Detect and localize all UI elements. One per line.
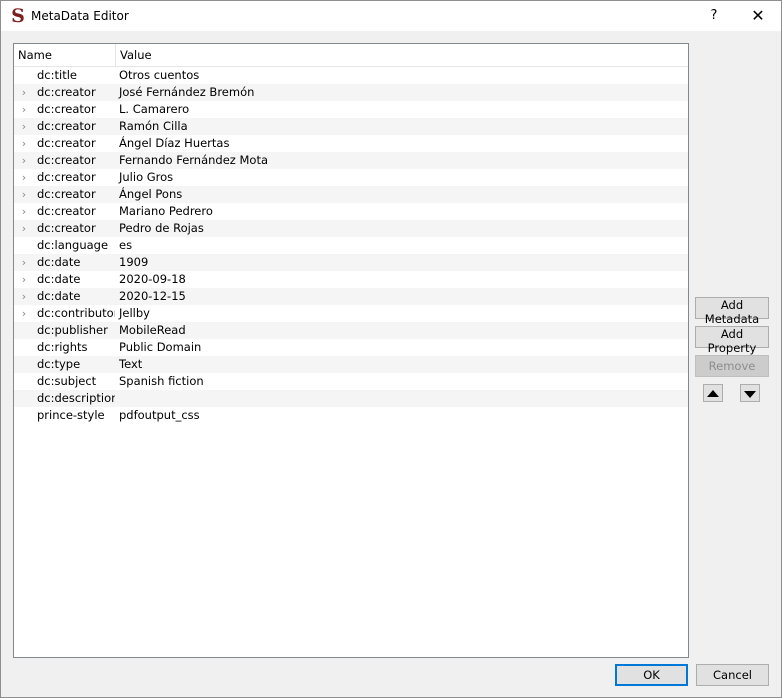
tree-row[interactable]: dc:title Otros cuentos <box>14 67 688 84</box>
tree-header: Name Value <box>14 44 688 67</box>
row-name: dc:creator <box>37 136 96 150</box>
chevron-right-icon[interactable]: › <box>19 220 29 237</box>
cancel-button[interactable]: Cancel <box>696 664 769 686</box>
tree-row[interactable]: › dc:creator Ramón Cilla <box>14 118 688 135</box>
tree-row[interactable]: › dc:contributor Jellby <box>14 305 688 322</box>
tree-row[interactable]: › dc:creator Pedro de Rojas <box>14 220 688 237</box>
row-value: MobileRead <box>119 323 186 337</box>
row-value: Ramón Cilla <box>119 119 188 133</box>
row-name: dc:date <box>37 272 81 286</box>
row-name: dc:rights <box>37 340 88 354</box>
row-name: prince-style <box>37 408 105 422</box>
tree-row[interactable]: › dc:creator Ángel Díaz Huertas <box>14 135 688 152</box>
row-name: dc:creator <box>37 221 96 235</box>
row-name: dc:creator <box>37 187 96 201</box>
window-title: MetaData Editor <box>31 9 129 23</box>
chevron-right-icon[interactable]: › <box>19 271 29 288</box>
row-value: 1909 <box>119 255 149 269</box>
add-property-button[interactable]: Add Property <box>695 326 769 355</box>
chevron-right-icon[interactable]: › <box>19 152 29 169</box>
sigil-app-icon: S <box>11 5 25 27</box>
move-up-button[interactable] <box>703 384 723 402</box>
row-name: dc:creator <box>37 204 96 218</box>
tree-row[interactable]: › dc:creator Julio Gros <box>14 169 688 186</box>
row-value: Ángel Díaz Huertas <box>119 136 230 150</box>
close-button[interactable]: ✕ <box>743 5 773 27</box>
tree-row[interactable]: dc:publisher MobileRead <box>14 322 688 339</box>
column-header-name[interactable]: Name <box>18 44 114 66</box>
row-value: Julio Gros <box>119 170 174 184</box>
row-name: dc:creator <box>37 119 96 133</box>
row-name: dc:language <box>37 238 109 252</box>
row-value: 2020-09-18 <box>119 272 186 286</box>
tree-row[interactable]: › dc:date 2020-09-18 <box>14 271 688 288</box>
tree-row[interactable]: dc:description <box>14 390 688 407</box>
metadata-editor-window: S MetaData Editor ? ✕ Name Value dc:titl… <box>0 0 782 698</box>
chevron-right-icon[interactable]: › <box>19 101 29 118</box>
tree-rows: dc:title Otros cuentos › dc:creator José Fer… <box>14 67 688 424</box>
row-value: Mariano Pedrero <box>119 204 213 218</box>
row-value: Text <box>119 357 143 371</box>
row-value: Pedro de Rojas <box>119 221 204 235</box>
add-metadata-button[interactable]: Add Metadata <box>695 297 769 326</box>
chevron-right-icon[interactable]: › <box>19 84 29 101</box>
row-value: Ángel Pons <box>119 187 183 201</box>
row-name: dc:creator <box>37 170 96 184</box>
row-value: Spanish fiction <box>119 374 204 388</box>
tree-row[interactable]: dc:rights Public Domain <box>14 339 688 356</box>
row-value: Public Domain <box>119 340 202 354</box>
row-name: dc:contributor <box>37 306 115 320</box>
tree-row[interactable]: › dc:creator Mariano Pedrero <box>14 203 688 220</box>
chevron-right-icon[interactable]: › <box>19 186 29 203</box>
chevron-right-icon[interactable]: › <box>19 169 29 186</box>
tree-row[interactable]: › dc:creator José Fernández Bremón <box>14 84 688 101</box>
move-down-button[interactable] <box>740 384 760 402</box>
chevron-right-icon[interactable]: › <box>19 203 29 220</box>
row-name: dc:publisher <box>37 323 108 337</box>
metadata-tree[interactable]: Name Value dc:title Otros cuentos › dc:crea… <box>13 43 689 658</box>
arrow-down-icon <box>744 390 756 398</box>
row-value: L. Camarero <box>119 102 190 116</box>
column-header-value[interactable]: Value <box>115 44 152 66</box>
row-name: dc:creator <box>37 102 96 116</box>
row-name: dc:date <box>37 255 81 269</box>
tree-row[interactable]: › dc:creator Ángel Pons <box>14 186 688 203</box>
row-value: 2020-12-15 <box>119 289 186 303</box>
help-button[interactable]: ? <box>701 5 727 27</box>
arrow-up-icon <box>707 390 719 397</box>
remove-button[interactable]: Remove <box>695 355 769 377</box>
row-value: es <box>119 238 133 252</box>
row-name: dc:title <box>37 68 77 82</box>
ok-button[interactable]: OK <box>615 664 688 686</box>
tree-row[interactable]: dc:type Text <box>14 356 688 373</box>
tree-row[interactable]: › dc:date 1909 <box>14 254 688 271</box>
chevron-right-icon[interactable]: › <box>19 118 29 135</box>
row-name: dc:subject <box>37 374 97 388</box>
chevron-right-icon[interactable]: › <box>19 135 29 152</box>
row-name: dc:type <box>37 357 81 371</box>
row-value: José Fernández Bremón <box>119 85 255 99</box>
row-name: dc:creator <box>37 85 96 99</box>
tree-row[interactable]: dc:subject Spanish fiction <box>14 373 688 390</box>
tree-row[interactable]: › dc:date 2020-12-15 <box>14 288 688 305</box>
tree-row[interactable]: › dc:creator Fernando Fernández Mota <box>14 152 688 169</box>
row-value: Jellby <box>119 306 150 320</box>
title-bar: S MetaData Editor ? ✕ <box>1 1 781 31</box>
row-value: Otros cuentos <box>119 68 200 82</box>
row-name: dc:date <box>37 289 81 303</box>
chevron-right-icon[interactable]: › <box>19 288 29 305</box>
row-name: dc:creator <box>37 153 96 167</box>
row-value: Fernando Fernández Mota <box>119 153 268 167</box>
row-value: pdfoutput_css <box>119 408 200 422</box>
tree-row[interactable]: dc:language es <box>14 237 688 254</box>
tree-row[interactable]: › dc:creator L. Camarero <box>14 101 688 118</box>
chevron-right-icon[interactable]: › <box>19 254 29 271</box>
chevron-right-icon[interactable]: › <box>19 305 29 322</box>
row-name: dc:description <box>37 391 115 405</box>
tree-row[interactable]: prince-style pdfoutput_css <box>14 407 688 424</box>
